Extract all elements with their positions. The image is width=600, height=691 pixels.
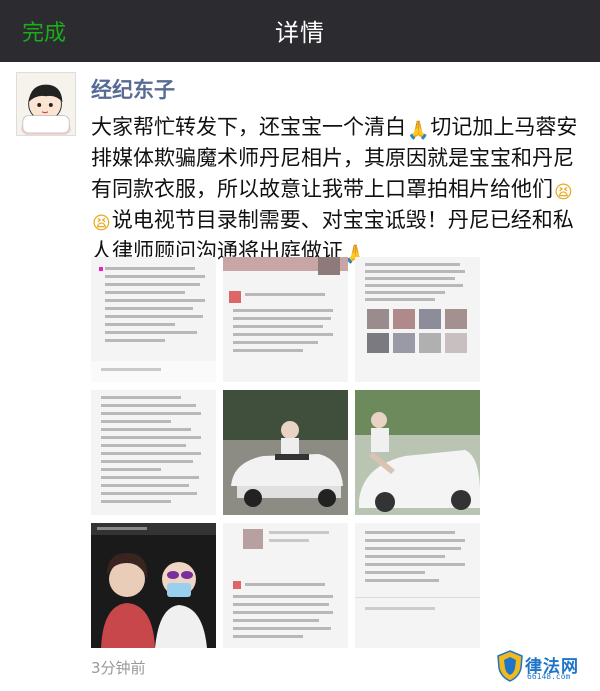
post-image-9[interactable] bbox=[355, 523, 480, 648]
post-image-4[interactable] bbox=[91, 390, 216, 515]
image-grid bbox=[91, 257, 480, 652]
chat-screenshot-image bbox=[91, 390, 216, 515]
pray-emoji-icon: 🙏 bbox=[407, 120, 430, 141]
post-image-8[interactable] bbox=[223, 523, 348, 648]
site-watermark: 律法网 66148.com bbox=[497, 650, 597, 686]
page-title: 详情 bbox=[275, 19, 325, 47]
car-photo bbox=[355, 390, 480, 515]
post-text-segment: 说电视节目录制需要、对宝宝诋毁！丹尼已经和私人律师顾问沟通将出庭做证 bbox=[91, 208, 574, 263]
post-timestamp: 3分钟前 bbox=[91, 659, 146, 677]
post-image-2[interactable] bbox=[223, 257, 348, 382]
avatar[interactable] bbox=[16, 72, 76, 136]
post-image-1[interactable] bbox=[91, 257, 216, 382]
chat-screenshot-image bbox=[355, 257, 480, 382]
chat-screenshot-image bbox=[223, 257, 348, 382]
shield-logo-icon bbox=[497, 650, 523, 682]
selfie-photo bbox=[91, 523, 216, 648]
post-text: 大家帮忙转发下，还宝宝一个清白🙏切记加上马蓉安排媒体欺骗魔术师丹尼相片，其原因就… bbox=[91, 112, 593, 267]
chat-screenshot-image bbox=[91, 257, 216, 382]
author-name[interactable]: 经纪东子 bbox=[91, 74, 175, 104]
post-text-segment: 大家帮忙转发下，还宝宝一个清白 bbox=[91, 115, 406, 139]
post-image-5[interactable] bbox=[223, 390, 348, 515]
tired-face-emoji-icon: 😫 bbox=[92, 213, 111, 234]
cartoon-girl-avatar-icon bbox=[17, 73, 75, 135]
car-photo bbox=[223, 390, 348, 515]
moment-detail: 经纪东子 大家帮忙转发下，还宝宝一个清白🙏切记加上马蓉安排媒体欺骗魔术师丹尼相片… bbox=[0, 62, 600, 691]
watermark-url: 66148.com bbox=[527, 672, 571, 681]
navbar: 完成 详情 bbox=[0, 0, 600, 62]
post-image-7[interactable] bbox=[91, 523, 216, 648]
tired-face-emoji-icon: 😫 bbox=[554, 182, 573, 203]
post-image-3[interactable] bbox=[355, 257, 480, 382]
chat-screenshot-image bbox=[355, 523, 480, 648]
post-image-6[interactable] bbox=[355, 390, 480, 515]
chat-screenshot-image bbox=[223, 523, 348, 648]
